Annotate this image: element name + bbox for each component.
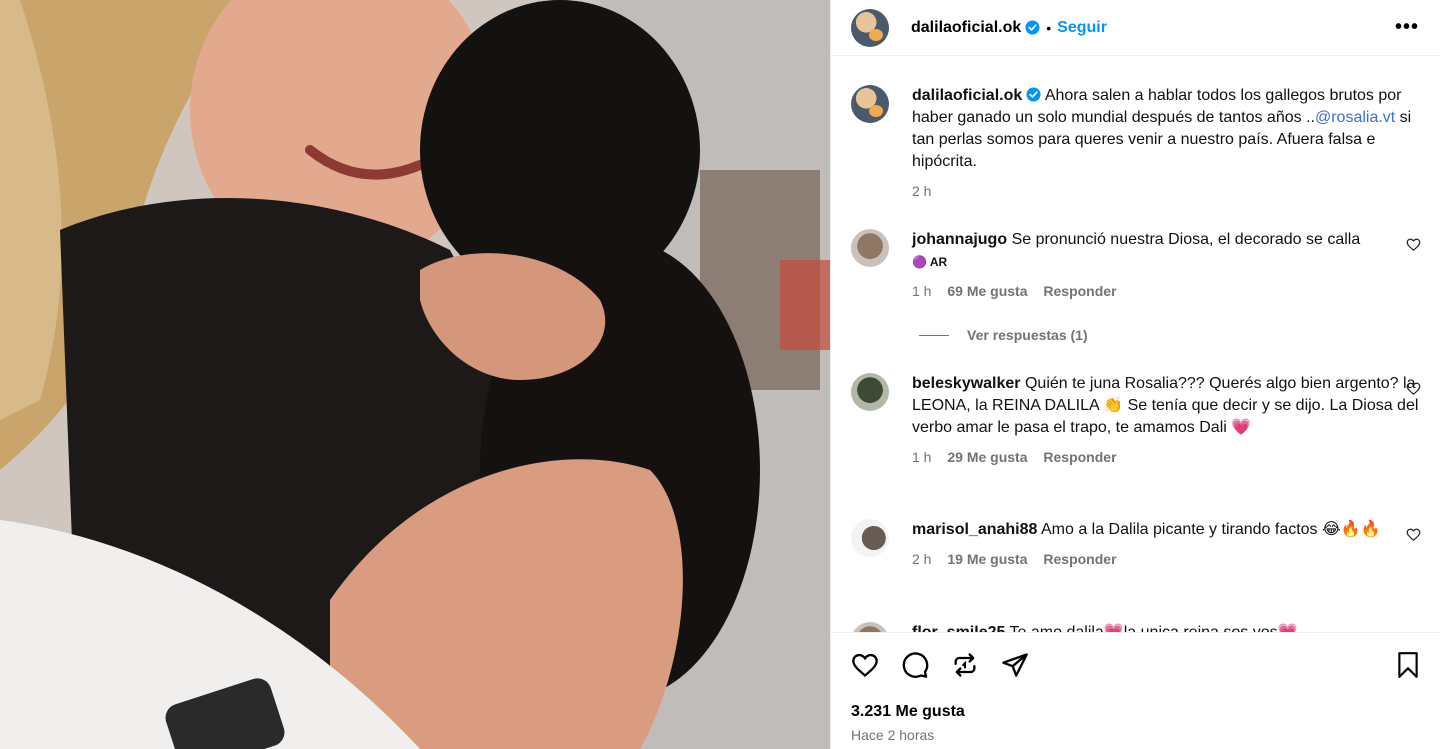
comment-likes[interactable]: 29 Me gusta [947, 449, 1027, 465]
post-side-panel: dalilaoficial.ok • Seguir ••• dalilaofic… [830, 0, 1440, 749]
comment-like-heart-icon[interactable] [1406, 527, 1421, 542]
save-bookmark-icon[interactable] [1395, 651, 1421, 679]
post-header: dalilaoficial.ok • Seguir ••• [831, 0, 1440, 56]
post-actions-bar: 3.231 Me gusta Hace 2 horas [831, 632, 1440, 749]
comment-reply-button[interactable]: Responder [1043, 449, 1116, 465]
separator-dot: • [1046, 19, 1052, 36]
caption-username[interactable]: dalilaoficial.ok [912, 87, 1022, 104]
view-replies-label[interactable]: Ver respuestas (1) [967, 327, 1088, 343]
comments-list[interactable]: dalilaoficial.ok Ahora salen a hablar to… [831, 57, 1440, 632]
comment-likes[interactable]: 69 Me gusta [947, 283, 1027, 299]
comment-body: Amo a la Dalila picante y tirando factos… [1040, 521, 1381, 538]
comment-text: beleskywalker Quién te juna Rosalia??? Q… [912, 373, 1421, 439]
caption-meta: 2 h [912, 183, 1421, 199]
comment-time[interactable]: 1 h [912, 449, 931, 465]
comment-text: johannajugo Se pronunció nuestra Diosa, … [912, 229, 1421, 273]
commenter-avatar[interactable] [851, 519, 889, 557]
commenter-avatar[interactable] [851, 229, 889, 267]
post-caption: dalilaoficial.ok Ahora salen a hablar to… [851, 85, 1421, 199]
commenter-avatar[interactable] [851, 622, 889, 632]
repost-icon[interactable] [951, 651, 979, 679]
follow-button[interactable]: Seguir [1057, 19, 1107, 37]
photo-illustration [0, 0, 830, 749]
view-replies-link[interactable]: Ver respuestas (1) [919, 327, 1088, 343]
view-replies-line [919, 334, 949, 336]
author-avatar[interactable] [851, 85, 889, 123]
comment-text: flor_smile25 Te amo dalila💗la unica rein… [912, 622, 1421, 632]
comment-item: marisol_anahi88 Amo a la Dalila picante … [851, 519, 1421, 567]
post-photo [0, 0, 830, 749]
author-username[interactable]: dalilaoficial.ok [911, 19, 1021, 37]
comment-like-heart-icon[interactable] [1406, 237, 1421, 252]
verified-badge-icon [1026, 87, 1041, 102]
comment-time[interactable]: 2 h [912, 551, 931, 567]
verified-badge-icon [1025, 20, 1040, 35]
comment-time[interactable]: 1 h [912, 283, 931, 299]
post-timestamp: Hace 2 horas [851, 727, 935, 743]
more-options-icon[interactable]: ••• [1395, 16, 1419, 39]
comment-item: beleskywalker Quién te juna Rosalia??? Q… [851, 373, 1421, 465]
comment-likes[interactable]: 19 Me gusta [947, 551, 1027, 567]
author-avatar[interactable] [851, 8, 889, 47]
comment-meta: 2 h 19 Me gusta Responder [912, 551, 1421, 567]
comment-flag: 🟣 AR [912, 255, 948, 269]
comment-username[interactable]: johannajugo [912, 231, 1007, 248]
commenter-avatar[interactable] [851, 373, 889, 411]
comment-reply-button[interactable]: Responder [1043, 551, 1116, 567]
comment-username[interactable]: beleskywalker [912, 375, 1021, 392]
comment-text: marisol_anahi88 Amo a la Dalila picante … [912, 519, 1421, 541]
comment-username[interactable]: flor_smile25 [912, 624, 1005, 632]
like-heart-icon[interactable] [851, 651, 879, 679]
comment-like-heart-icon[interactable] [1406, 381, 1421, 396]
caption-time[interactable]: 2 h [912, 183, 931, 199]
share-send-icon[interactable] [1001, 651, 1029, 679]
caption-mention[interactable]: @rosalia.vt [1315, 109, 1395, 126]
comment-reply-button[interactable]: Responder [1043, 283, 1116, 299]
comment-item: johannajugo Se pronunció nuestra Diosa, … [851, 229, 1421, 299]
caption-text: dalilaoficial.ok Ahora salen a hablar to… [912, 85, 1421, 173]
comment-body: Te amo dalila💗la unica reina sos vos💗 [1010, 624, 1298, 632]
comment-body: Se pronunció nuestra Diosa, el decorado … [1011, 231, 1361, 248]
comment-username[interactable]: marisol_anahi88 [912, 521, 1037, 538]
comment-item: flor_smile25 Te amo dalila💗la unica rein… [851, 622, 1421, 632]
comment-bubble-icon[interactable] [901, 651, 929, 679]
comment-meta: 1 h 29 Me gusta Responder [912, 449, 1421, 465]
action-icons [851, 651, 1029, 679]
comment-meta: 1 h 69 Me gusta Responder [912, 283, 1421, 299]
post-like-count[interactable]: 3.231 Me gusta [851, 703, 965, 721]
